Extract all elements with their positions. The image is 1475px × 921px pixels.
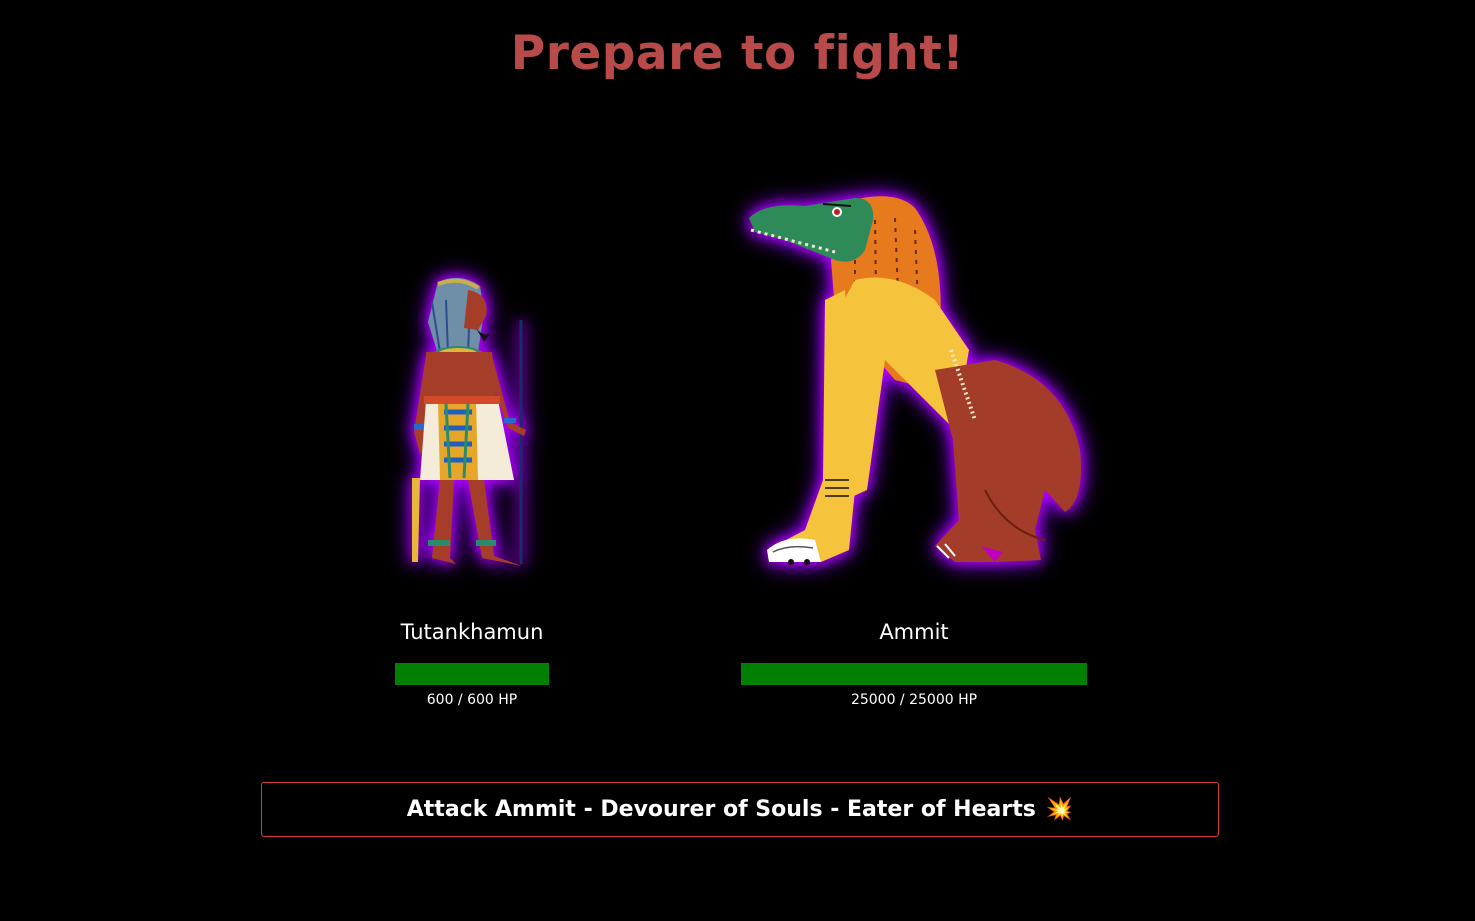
pharaoh-sprite xyxy=(412,277,526,566)
page-title: Prepare to fight! xyxy=(510,26,965,81)
collision-icon: 💥 xyxy=(1045,797,1074,822)
player-name: Tutankhamun xyxy=(400,620,544,644)
player-hp-bar xyxy=(395,663,549,685)
battle-screen: Prepare to fight! Tutankhamun 600 / 600 … xyxy=(0,0,1475,921)
enemy-hp-fill xyxy=(741,663,1087,685)
attack-button-label: Attack Ammit - Devourer of Souls - Eater… xyxy=(406,797,1036,822)
attack-button[interactable]: Attack Ammit - Devourer of Souls - Eater… xyxy=(261,782,1219,837)
player-hp-text: 600 / 600 HP xyxy=(426,692,518,708)
ammit-sprite xyxy=(749,196,1081,565)
player-hp-fill xyxy=(395,663,549,685)
enemy-hp-text: 25000 / 25000 HP xyxy=(850,692,978,708)
enemy-hp-bar xyxy=(741,663,1087,685)
enemy-name: Ammit xyxy=(879,620,949,644)
